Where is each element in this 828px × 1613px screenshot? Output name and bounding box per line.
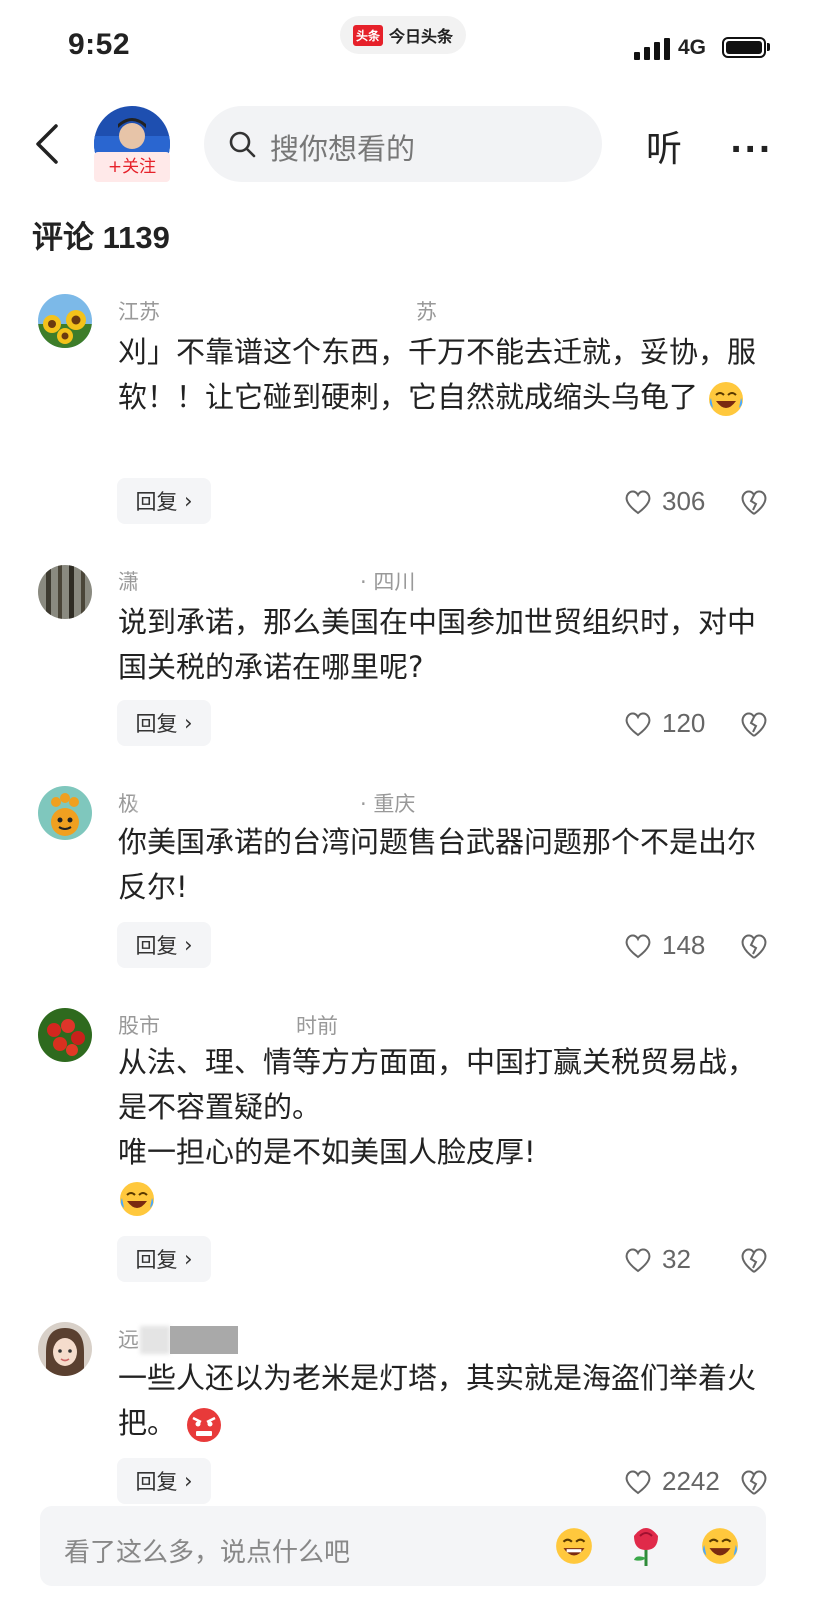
like-button[interactable]: 148	[624, 930, 705, 961]
chevron-right-icon: ›	[177, 1469, 193, 1493]
commenter-name[interactable]: 极	[118, 788, 139, 818]
reply-label: 回复	[135, 490, 178, 514]
like-button[interactable]: 32	[624, 1244, 691, 1275]
battery-icon	[722, 37, 766, 58]
reply-button[interactable]: 回复 ›	[117, 922, 211, 968]
app-name: 今日头条	[389, 27, 454, 46]
redaction-mask	[172, 1004, 296, 1036]
like-count: 148	[662, 930, 706, 960]
commenter-avatar[interactable]	[38, 1008, 92, 1062]
chevron-right-icon: ›	[177, 711, 193, 735]
comment-text-line: 从法、理、情等方方面面，中国打赢关税贸易战，是不容置疑的。	[118, 1045, 757, 1124]
comment-text: 刈」不靠谱这个东西，千万不能去迁就，妥协，服软！！让它碰到硬刺，它自然就成缩头乌…	[118, 330, 758, 420]
network-type: 4G	[678, 36, 707, 59]
grinning-emoji-icon[interactable]	[554, 1526, 594, 1566]
like-count: 306	[662, 486, 706, 516]
reply-label: 回复	[135, 934, 178, 958]
comment-text-line: 唯一担心的是不如美国人脸皮厚!	[118, 1135, 536, 1169]
heart-icon	[625, 1470, 651, 1494]
commenter-name[interactable]: 远	[118, 1324, 139, 1354]
app-indicator[interactable]: 头条 今日头条	[340, 16, 466, 54]
dislike-icon[interactable]	[740, 1468, 768, 1496]
heart-icon	[625, 712, 651, 736]
commenter-avatar[interactable]	[38, 294, 92, 348]
reply-button[interactable]: 回复 ›	[117, 1458, 211, 1504]
like-button[interactable]: 2242	[624, 1466, 720, 1497]
comment-text-body: 刈」不靠谱这个东西，千万不能去迁就，妥协，服软！！让它碰到硬刺，它自然就成缩头乌…	[118, 335, 757, 414]
battery-tip	[767, 43, 770, 51]
comment-input-placeholder: 看了这么多，说点什么吧	[64, 1538, 351, 1568]
commenter-avatar[interactable]	[38, 786, 92, 840]
comment-text: 从法、理、情等方方面面，中国打赢关税贸易战，是不容置疑的。 唯一担心的是不如美国…	[118, 1040, 758, 1220]
dislike-icon[interactable]	[740, 710, 768, 738]
commenter-avatar[interactable]	[38, 1322, 92, 1376]
rose-emoji-icon[interactable]	[626, 1524, 666, 1568]
dislike-icon[interactable]	[740, 932, 768, 960]
angry-emoji-icon	[187, 1408, 222, 1442]
comments-count-title: 评论 1139	[32, 220, 170, 255]
reply-label: 回复	[135, 1470, 178, 1494]
comment-text: 一些人还以为老米是灯塔，其实就是海盗们举着火把。	[118, 1356, 758, 1446]
more-button[interactable]: ···	[730, 130, 772, 168]
like-button[interactable]: 306	[624, 486, 705, 517]
chevron-right-icon: ›	[177, 933, 193, 957]
laughing-crying-emoji-icon[interactable]	[700, 1526, 740, 1566]
heart-icon	[625, 490, 651, 514]
commenter-name[interactable]: 股市	[118, 1010, 160, 1040]
like-count: 120	[662, 708, 706, 738]
app-logo: 头条	[352, 24, 383, 46]
status-time: 9:52	[68, 28, 131, 61]
redaction-mask	[140, 1326, 170, 1354]
reply-label: 回复	[135, 1248, 178, 1272]
reply-button[interactable]: 回复 ›	[117, 700, 211, 746]
heart-icon	[625, 934, 651, 958]
heart-icon	[625, 1248, 651, 1272]
commenter-name[interactable]: 潇	[118, 566, 139, 596]
redaction-mask	[150, 562, 360, 592]
back-icon[interactable]	[30, 122, 64, 166]
laughing-crying-emoji-icon	[120, 1182, 154, 1216]
redaction-mask	[170, 1326, 238, 1354]
comment-text: 说到承诺，那么美国在中国参加世贸组织时，对中国关税的承诺在哪里呢?	[118, 605, 757, 684]
reply-label: 回复	[135, 712, 178, 736]
commenter-location: · 重庆	[360, 792, 416, 816]
comment-text: 你美国承诺的台湾问题售台武器问题那个不是出尔反尔!	[118, 825, 757, 904]
chevron-right-icon: ›	[177, 489, 193, 513]
commenter-location: 苏	[416, 300, 437, 324]
reply-button[interactable]: 回复 ›	[117, 1236, 211, 1282]
laughing-crying-emoji-icon	[709, 382, 744, 416]
reply-button[interactable]: 回复 ›	[117, 478, 211, 524]
search-placeholder: 搜你想看的	[270, 132, 416, 166]
dislike-icon[interactable]	[740, 1246, 768, 1274]
follow-button[interactable]: +关注	[94, 152, 170, 182]
chevron-right-icon: ›	[177, 1247, 193, 1271]
commenter-avatar[interactable]	[38, 565, 92, 619]
search-icon	[229, 131, 256, 158]
like-count: 2242	[662, 1466, 720, 1496]
commenter-time: 时前	[296, 1014, 338, 1038]
redaction-mask	[180, 292, 400, 322]
like-count: 32	[662, 1244, 691, 1274]
like-button[interactable]: 120	[624, 708, 705, 739]
redaction-mask	[138, 782, 370, 814]
commenter-location: · 四川	[360, 570, 416, 594]
dislike-icon[interactable]	[740, 488, 768, 516]
signal-icon	[634, 38, 670, 60]
search-bar[interactable]: 搜你想看的	[204, 106, 602, 182]
commenter-name[interactable]: 江苏	[118, 296, 160, 326]
listen-button[interactable]: 听	[646, 120, 682, 172]
comment-input-bar[interactable]: 看了这么多，说点什么吧	[40, 1506, 766, 1586]
